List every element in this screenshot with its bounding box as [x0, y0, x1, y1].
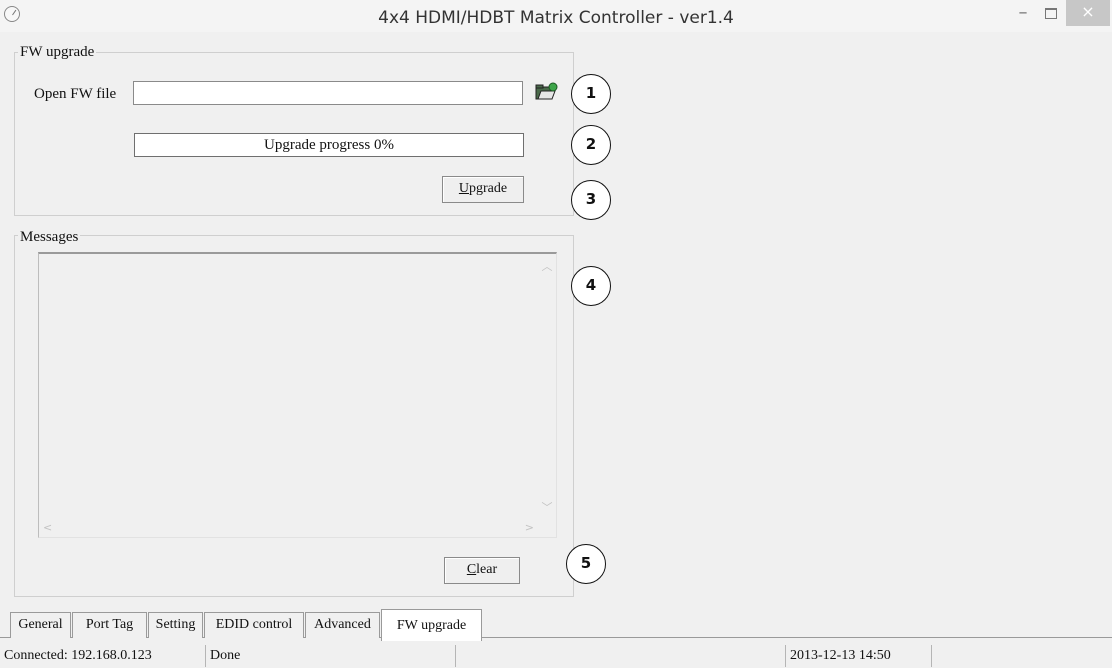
window-title: 4x4 HDMI/HDBT Matrix Controller - ver1.4 — [378, 8, 734, 28]
status-connection: Connected: 192.168.0.123 — [0, 645, 206, 667]
scroll-down-arrow-icon[interactable]: ﹀ — [538, 499, 556, 515]
messages-group-label: Messages — [18, 229, 81, 246]
tab-fw-upgrade[interactable]: FW upgrade — [381, 609, 482, 641]
fw-file-path-input[interactable] — [133, 81, 523, 105]
clear-button-accel: C — [466, 562, 477, 577]
tab-advanced[interactable]: Advanced — [305, 612, 380, 638]
callout-1: 1 — [571, 74, 611, 114]
open-folder-icon-graphic — [535, 82, 558, 100]
upgrade-progress-text: Upgrade progress 0% — [264, 137, 394, 153]
upgrade-progress-bar: Upgrade progress 0% — [134, 133, 524, 157]
tab-general[interactable]: General — [10, 612, 71, 638]
open-folder-icon[interactable] — [534, 82, 558, 102]
clear-button-label: lear — [476, 562, 498, 577]
callout-4: 4 — [571, 266, 611, 306]
callout-5: 5 — [566, 544, 606, 584]
title-bar: 4x4 HDMI/HDBT Matrix Controller - ver1.4… — [0, 0, 1112, 32]
tab-edid-control[interactable]: EDID control — [204, 612, 304, 638]
tab-port-tag[interactable]: Port Tag — [72, 612, 147, 638]
open-fw-file-label: Open FW file — [34, 86, 117, 102]
callout-3: 3 — [571, 180, 611, 220]
status-state: Done — [206, 645, 456, 667]
messages-list[interactable]: ︿ ﹀ < > — [38, 252, 557, 538]
status-middle — [456, 645, 786, 667]
status-bar: Connected: 192.168.0.123 Done 2013-12-13… — [0, 643, 1112, 668]
messages-vertical-scrollbar[interactable]: ︿ ﹀ — [538, 254, 556, 519]
close-button[interactable]: × — [1066, 0, 1110, 26]
scroll-left-arrow-icon[interactable]: < — [43, 521, 52, 534]
maximize-button[interactable] — [1038, 0, 1064, 26]
status-extra — [932, 645, 1112, 667]
messages-horizontal-scrollbar[interactable]: < > — [39, 519, 538, 537]
scroll-up-arrow-icon[interactable]: ︿ — [538, 258, 556, 274]
scroll-right-arrow-icon[interactable]: > — [525, 521, 534, 534]
status-datetime: 2013-12-13 14:50 — [786, 645, 932, 667]
upgrade-button-accel: U — [458, 181, 470, 196]
upgrade-button[interactable]: Upgrade — [442, 176, 524, 203]
clear-button[interactable]: Clear — [444, 557, 520, 584]
fw-upgrade-group-label: FW upgrade — [18, 44, 97, 61]
minimize-button[interactable]: – — [1012, 0, 1034, 26]
tab-setting[interactable]: Setting — [148, 612, 203, 638]
callout-2: 2 — [571, 125, 611, 165]
upgrade-button-label: pgrade — [469, 181, 508, 196]
